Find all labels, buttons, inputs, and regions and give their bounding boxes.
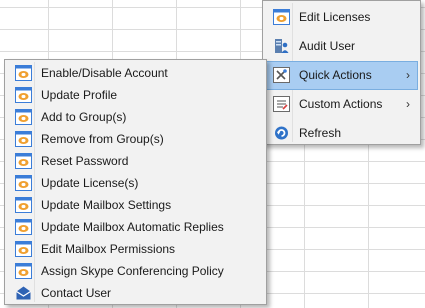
mailbox-permissions-icon — [15, 241, 32, 257]
mailbox-settings-icon — [15, 197, 32, 213]
update-licenses-icon — [15, 175, 32, 191]
quick-actions-icon — [273, 67, 290, 83]
context-menu: Edit Licenses Audit User Quick Actions ›… — [262, 0, 421, 145]
submenu-item-edit-mailbox-permissions[interactable]: Edit Mailbox Permissions — [7, 238, 264, 260]
menu-item-label: Custom Actions — [299, 97, 383, 111]
custom-actions-icon — [273, 96, 290, 112]
menu-item-audit-user[interactable]: Audit User — [265, 32, 418, 61]
submenu-item-label: Update License(s) — [41, 176, 139, 190]
menu-item-quick-actions[interactable]: Quick Actions › — [265, 61, 418, 90]
submenu-item-update-mailbox-settings[interactable]: Update Mailbox Settings — [7, 194, 264, 216]
update-profile-icon — [15, 87, 32, 103]
menu-item-refresh[interactable]: Refresh — [265, 119, 418, 148]
menu-item-label: Refresh — [299, 126, 342, 140]
submenu-item-reset-password[interactable]: Reset Password — [7, 150, 264, 172]
submenu-item-contact-user[interactable]: Contact User — [7, 282, 264, 304]
quick-actions-submenu: Enable/Disable Account Update Profile Ad… — [4, 59, 267, 305]
submenu-item-enable-disable-account[interactable]: Enable/Disable Account — [7, 62, 264, 84]
audit-user-icon — [275, 39, 289, 53]
license-icon — [273, 9, 290, 25]
submenu-item-label: Edit Mailbox Permissions — [41, 242, 176, 256]
chevron-right-icon: › — [406, 68, 410, 82]
submenu-item-add-to-groups[interactable]: Add to Group(s) — [7, 106, 264, 128]
submenu-item-assign-skype-conferencing-policy[interactable]: Assign Skype Conferencing Policy — [7, 260, 264, 282]
submenu-item-label: Contact User — [41, 286, 112, 300]
envelope-icon — [16, 286, 31, 300]
menu-item-custom-actions[interactable]: Custom Actions › — [265, 90, 418, 119]
remove-from-groups-icon — [15, 131, 32, 147]
submenu-item-label: Update Mailbox Settings — [41, 198, 172, 212]
menu-item-label: Quick Actions — [299, 68, 372, 82]
submenu-item-update-profile[interactable]: Update Profile — [7, 84, 264, 106]
submenu-item-label: Assign Skype Conferencing Policy — [41, 264, 224, 278]
submenu-item-label: Add to Group(s) — [41, 110, 127, 124]
add-to-groups-icon — [15, 109, 32, 125]
refresh-icon — [275, 126, 288, 140]
menu-item-label: Edit Licenses — [299, 10, 371, 24]
reset-password-icon — [15, 153, 32, 169]
automatic-replies-icon — [15, 219, 32, 235]
submenu-item-update-licenses[interactable]: Update License(s) — [7, 172, 264, 194]
skype-policy-icon — [15, 263, 32, 279]
submenu-item-label: Remove from Group(s) — [41, 132, 164, 146]
menu-item-edit-licenses[interactable]: Edit Licenses — [265, 3, 418, 32]
menu-item-label: Audit User — [299, 39, 356, 53]
submenu-item-label: Reset Password — [41, 154, 129, 168]
submenu-item-label: Update Profile — [41, 88, 118, 102]
submenu-item-label: Enable/Disable Account — [41, 66, 168, 80]
submenu-item-update-mailbox-automatic-replies[interactable]: Update Mailbox Automatic Replies — [7, 216, 264, 238]
submenu-item-remove-from-groups[interactable]: Remove from Group(s) — [7, 128, 264, 150]
enable-disable-account-icon — [15, 65, 32, 81]
chevron-right-icon: › — [406, 97, 410, 111]
submenu-item-label: Update Mailbox Automatic Replies — [41, 220, 224, 234]
